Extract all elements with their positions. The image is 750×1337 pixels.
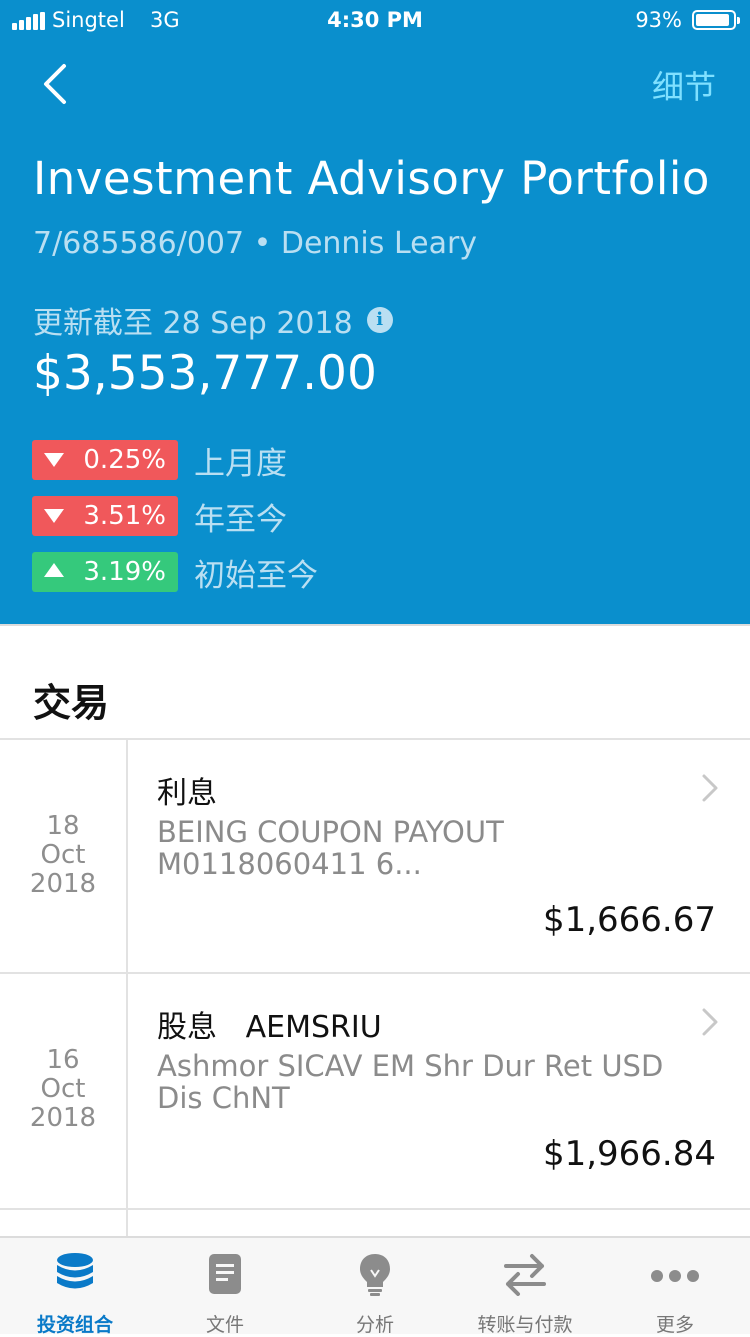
performance-row-ytd: 3.51% 年至今 bbox=[32, 496, 287, 538]
performance-row-month: 0.25% 上月度 bbox=[32, 440, 287, 482]
date-month: Oct bbox=[40, 840, 86, 870]
tab-label: 分析 bbox=[355, 1314, 394, 1336]
tab-label: 更多 bbox=[655, 1314, 694, 1336]
transaction-description: BEING COUPON PAYOUT M0118060411 6... bbox=[157, 815, 504, 881]
transaction-row[interactable]: 18 Oct 2018 利息 BEING COUPON PAYOUT M0118… bbox=[0, 740, 750, 972]
account-subtitle: 7/685586/007 • Dennis Leary bbox=[33, 226, 478, 261]
chevron-right-icon bbox=[702, 1008, 718, 1036]
column-divider bbox=[126, 740, 128, 972]
battery-percent: 93% bbox=[635, 8, 682, 32]
transfer-arrows-icon bbox=[504, 1254, 546, 1296]
portfolio-balance: $3,553,777.00 bbox=[33, 346, 377, 401]
date-month: Oct bbox=[40, 1074, 86, 1104]
performance-label: 年至今 bbox=[194, 501, 287, 538]
date-year: 2018 bbox=[29, 1103, 97, 1133]
tab-transfers[interactable]: 转账与付款 bbox=[450, 1238, 600, 1336]
transaction-type: 股息 AEMSRIU bbox=[157, 1010, 382, 1045]
performance-badge: 3.51% bbox=[32, 496, 178, 536]
transaction-date: 16 Oct 2018 bbox=[0, 1046, 126, 1133]
tab-portfolio[interactable]: 投资组合 bbox=[0, 1238, 150, 1336]
performance-value: 0.25% bbox=[83, 445, 166, 475]
portfolio-header: Singtel 3G 4:30 PM 93% 细节 Investment Adv… bbox=[0, 0, 750, 624]
tab-analysis[interactable]: 分析 bbox=[300, 1238, 450, 1336]
performance-value: 3.19% bbox=[83, 557, 166, 587]
arrow-down-icon bbox=[44, 509, 64, 523]
updated-text: 更新截至 28 Sep 2018 bbox=[33, 306, 353, 341]
date-day: 16 bbox=[46, 1045, 80, 1075]
tab-label: 文件 bbox=[205, 1314, 244, 1336]
info-icon[interactable]: i bbox=[366, 307, 393, 333]
battery-icon bbox=[692, 10, 740, 30]
details-link[interactable]: 细节 bbox=[652, 62, 716, 108]
updated-date: 更新截至 28 Sep 2018 i bbox=[33, 298, 393, 342]
column-divider bbox=[126, 1210, 128, 1236]
arrow-up-icon bbox=[44, 563, 64, 577]
database-icon bbox=[57, 1253, 93, 1289]
chevron-left-icon bbox=[44, 64, 66, 104]
transaction-description: Ashmor SICAV EM Shr Dur Ret USD Dis ChNT bbox=[157, 1049, 664, 1115]
performance-value: 3.51% bbox=[83, 501, 166, 531]
tab-more[interactable]: 更多 bbox=[600, 1238, 750, 1336]
date-day: 18 bbox=[46, 811, 80, 841]
performance-label: 上月度 bbox=[194, 445, 287, 482]
date-year: 2018 bbox=[29, 869, 97, 899]
transaction-row[interactable]: 16 Oct 2018 股息 AEMSRIU Ashmor SICAV EM S… bbox=[0, 974, 750, 1208]
tab-bar: 投资组合 文件 分析 转账与付款 更多 bbox=[0, 1236, 750, 1336]
performance-badge: 0.25% bbox=[32, 440, 178, 480]
performance-row-inception: 3.19% 初始至今 bbox=[32, 552, 318, 594]
lightbulb-icon bbox=[360, 1254, 390, 1296]
divider bbox=[0, 624, 750, 626]
performance-badge: 3.19% bbox=[32, 552, 178, 592]
arrow-down-icon bbox=[44, 453, 64, 467]
tab-documents[interactable]: 文件 bbox=[150, 1238, 300, 1336]
transaction-amount: $1,666.67 bbox=[542, 900, 716, 940]
divider bbox=[0, 1208, 750, 1210]
column-divider bbox=[126, 974, 128, 1208]
document-icon bbox=[209, 1254, 241, 1294]
status-bar: Singtel 3G 4:30 PM 93% bbox=[0, 0, 750, 40]
back-button[interactable] bbox=[36, 60, 76, 108]
transaction-date: 18 Oct 2018 bbox=[0, 812, 126, 899]
chevron-right-icon bbox=[702, 774, 718, 802]
transaction-type: 利息 bbox=[157, 776, 217, 811]
more-dots-icon bbox=[651, 1270, 699, 1282]
transaction-amount: $1,966.84 bbox=[542, 1134, 716, 1174]
page-title: Investment Advisory Portfolio bbox=[33, 152, 710, 205]
transactions-heading: 交易 bbox=[33, 681, 110, 725]
tab-label: 转账与付款 bbox=[477, 1314, 573, 1336]
performance-label: 初始至今 bbox=[194, 557, 318, 594]
tab-label: 投资组合 bbox=[36, 1314, 113, 1336]
